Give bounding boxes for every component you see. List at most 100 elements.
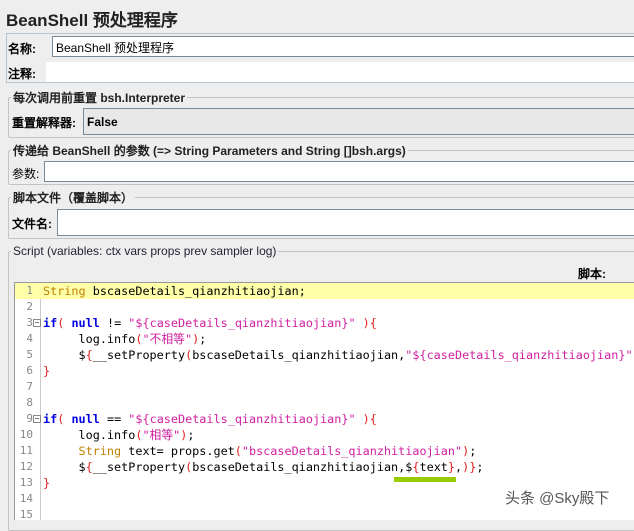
code-token: __setProperty	[92, 460, 186, 474]
code-token: __setProperty	[92, 348, 186, 362]
code-line[interactable]: 10 log.info("相等");	[15, 427, 634, 443]
line-number: 1	[26, 284, 33, 297]
code-line[interactable]: 9− if( null == "${caseDetails_qianzhitiao…	[15, 411, 634, 427]
watermark: 头条 @Sky殿下	[505, 490, 610, 507]
code-token: }	[447, 460, 456, 474]
code-token: log.info	[43, 428, 136, 442]
code-token: "${caseDetails_qianzhitiaojian}"	[405, 348, 633, 362]
code-line[interactable]: 4 log.info("不相等");	[15, 331, 634, 347]
code-token: text= props.get	[121, 444, 235, 458]
line-number: 2	[26, 300, 33, 313]
code-token: ;	[469, 444, 477, 458]
code-line[interactable]: 15	[15, 507, 634, 520]
file-group-title: 脚本文件（覆盖脚本）	[11, 189, 136, 206]
highlight-underline	[394, 477, 456, 482]
code-line[interactable]: 2	[15, 299, 634, 315]
code-text: String bscaseDetails_qianzhitiaojian;	[43, 283, 306, 299]
line-number: 8	[26, 396, 33, 409]
code-line[interactable]: 11 String text= props.get("bscaseDetails…	[15, 443, 634, 459]
params-input[interactable]	[44, 161, 634, 182]
code-token: )	[362, 412, 370, 426]
code-token: ;	[187, 428, 195, 442]
code-token: {	[369, 316, 377, 330]
code-token: (	[234, 444, 242, 458]
code-line[interactable]: 5 ${__setProperty(bscaseDetails_qianzhit…	[15, 347, 634, 363]
fold-toggle-icon[interactable]: −	[33, 415, 41, 423]
code-token: }	[43, 364, 51, 378]
file-label: 文件名:	[12, 217, 52, 231]
line-number: 4	[26, 332, 33, 345]
line-number: 6	[26, 364, 33, 377]
code-token: "不相等"	[142, 332, 193, 346]
line-number: 3	[26, 316, 33, 329]
code-token: ;	[199, 332, 207, 346]
comment-label: 注释:	[8, 67, 36, 81]
reset-select[interactable]: False	[83, 108, 634, 135]
code-line[interactable]: 8	[15, 395, 634, 411]
code-token: $	[43, 348, 86, 362]
code-token: !=	[99, 316, 129, 330]
code-line[interactable]: 1 String bscaseDetails_qianzhitiaojian;	[15, 283, 634, 299]
code-token: String	[43, 444, 122, 458]
code-token: if	[43, 316, 58, 330]
line-number: 5	[26, 348, 33, 361]
code-line[interactable]: 3− if( null != "${caseDetails_qianzhitiao…	[15, 315, 634, 331]
code-token: bscaseDetails_qianzhitiaojian,$	[192, 460, 413, 474]
script-label: 脚本:	[578, 267, 606, 281]
file-input[interactable]	[57, 209, 634, 236]
comment-input[interactable]	[46, 62, 634, 82]
code-token: log.info	[43, 332, 136, 346]
code-token: "相等"	[142, 428, 181, 442]
name-input[interactable]: BeanShell 预处理程序	[52, 36, 634, 57]
code-token: null	[71, 316, 100, 330]
line-number: 12	[19, 460, 33, 473]
code-token: "${caseDetails_qianzhitiaojian}"	[128, 412, 356, 426]
line-number: 13	[19, 476, 33, 489]
code-text: }	[43, 363, 50, 379]
line-number: 15	[19, 508, 33, 520]
code-token: ;	[476, 460, 484, 474]
code-token: if	[43, 412, 58, 426]
code-token: "bscaseDetails_qianzhitiaojian"	[241, 444, 463, 458]
code-text: if( null != "${caseDetails_qianzhitiaoji…	[43, 315, 377, 331]
code-token: bscaseDetails_qianzhitiaojian,	[192, 348, 406, 362]
code-text: ${__setProperty(bscaseDetails_qianzhitia…	[43, 347, 634, 363]
code-token: String	[43, 284, 86, 298]
code-token: text	[419, 460, 448, 474]
code-token: {	[85, 460, 93, 474]
page-title: BeanShell 预处理程序	[6, 11, 178, 30]
code-token: {	[85, 348, 93, 362]
code-token: $	[43, 460, 86, 474]
code-token: }	[43, 476, 51, 490]
code-token: bscaseDetails_qianzhitiaojian;	[85, 284, 306, 298]
code-line[interactable]: 12 ${__setProperty(bscaseDetails_qianzhi…	[15, 459, 634, 475]
reset-group-title: 每次调用前重置 bsh.Interpreter	[11, 89, 188, 106]
reset-label: 重置解释器:	[12, 116, 76, 130]
script-editor[interactable]: 1 String bscaseDetails_qianzhitiaojian; 2 3…	[14, 282, 634, 520]
fold-toggle-icon[interactable]: −	[33, 319, 41, 327]
code-line[interactable]: 6}	[15, 363, 634, 379]
code-token: null	[71, 412, 100, 426]
line-number: 14	[19, 492, 33, 505]
params-group-title: 传递给 BeanShell 的参数 (=> String Parameters …	[11, 142, 408, 159]
code-token: "${caseDetails_qianzhitiaojian}"	[128, 316, 356, 330]
line-number: 9	[26, 412, 33, 425]
code-line[interactable]: 7	[15, 379, 634, 395]
name-label: 名称:	[8, 42, 36, 56]
script-group-title: Script (variables: ctx vars props prev s…	[11, 244, 279, 258]
code-token: ==	[99, 412, 129, 426]
code-token: {	[369, 412, 377, 426]
code-text: }	[43, 475, 50, 491]
code-text: if( null == "${caseDetails_qianzhitiaoji…	[43, 411, 377, 427]
line-number: 11	[19, 444, 33, 457]
code-text: log.info("相等");	[43, 427, 195, 443]
line-number: 10	[19, 428, 33, 441]
code-text: log.info("不相等");	[43, 331, 207, 347]
code-text: String text= props.get("bscaseDetails_qi…	[43, 443, 477, 459]
params-label: 参数:	[12, 167, 40, 181]
code-token: )	[362, 316, 370, 330]
code-text: ${__setProperty(bscaseDetails_qianzhitia…	[43, 459, 484, 475]
line-number: 7	[26, 380, 33, 393]
